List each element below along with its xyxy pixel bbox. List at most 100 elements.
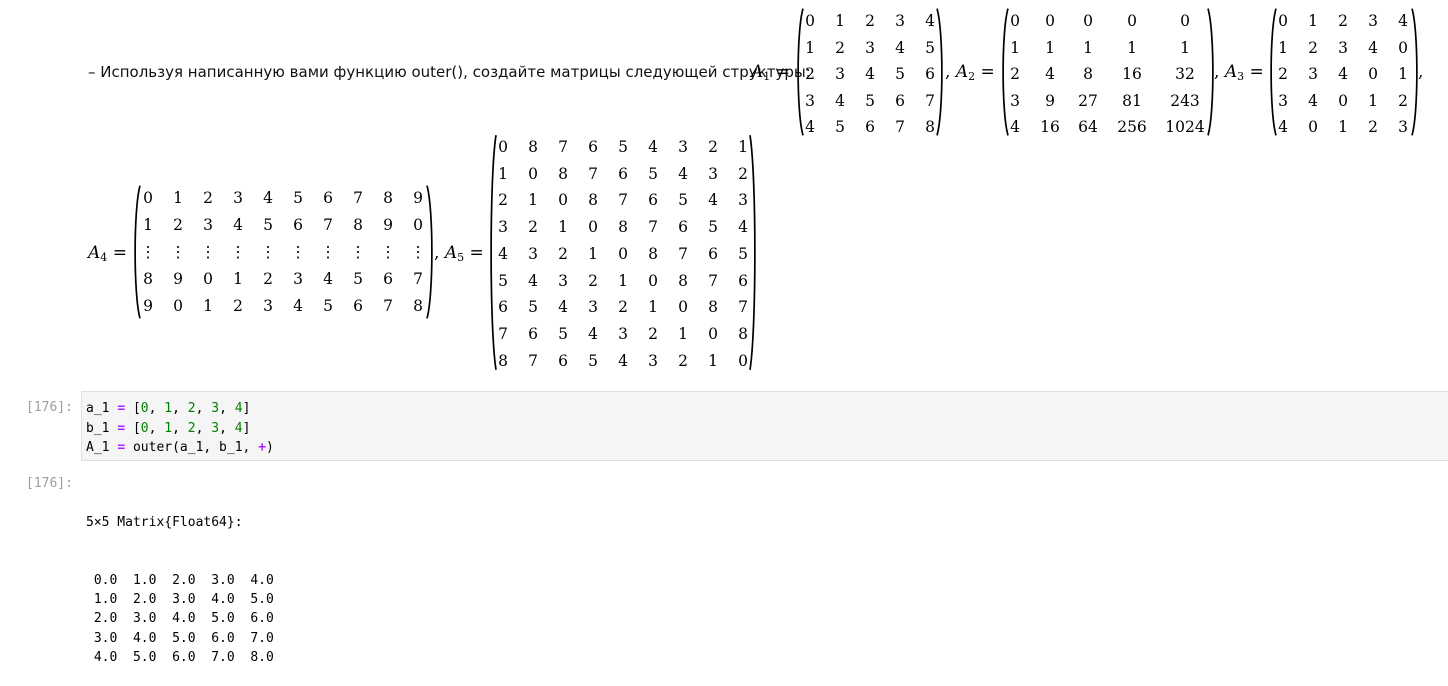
input-prompt: [176]: <box>26 400 73 415</box>
matrix-cell: 3 <box>1010 91 1020 110</box>
matrix-cell: 0 <box>618 244 628 263</box>
matrix-cell: 6 <box>353 297 363 315</box>
matrix-cell: 8 <box>413 297 423 315</box>
output-row: 0.0 1.0 2.0 3.0 4.0 <box>86 573 274 589</box>
matrix-cell: 9 <box>1045 91 1055 110</box>
code-token: , <box>172 401 188 416</box>
matrix-cell: 7 <box>413 270 423 288</box>
output-row: 1.0 2.0 3.0 4.0 5.0 <box>86 592 274 608</box>
code-number: 0 <box>140 401 149 416</box>
code-token: b_1 <box>86 420 118 436</box>
matrix-cell: 0 <box>1398 38 1408 57</box>
matrix-cell: 4 <box>835 91 845 110</box>
code-token: , <box>219 401 235 416</box>
matrix-cell: 1 <box>588 244 598 263</box>
matrix-cell: 1 <box>233 270 243 288</box>
matrix-cell: 1 <box>708 351 718 370</box>
code-editor[interactable]: a_1 = [0, 1, 2, 3, 4] b_1 = [0, 1, 2, 3, … <box>81 391 1448 461</box>
matrix-cell: ⋮ <box>170 243 186 261</box>
matrix-cell: 1 <box>1127 38 1137 57</box>
code-number: 2 <box>187 401 196 416</box>
matrix-cell: 6 <box>323 189 333 207</box>
matrix-cell: 5 <box>353 270 363 288</box>
matrix-cell: 7 <box>588 164 598 183</box>
matrix-cell: 9 <box>413 189 423 207</box>
matrix-cell: 3 <box>1338 38 1348 57</box>
matrix-cell: 4 <box>738 218 748 237</box>
matrix-cell: 5 <box>528 298 538 317</box>
matrix-cell: 1 <box>648 298 658 317</box>
matrix-cell: 4 <box>323 270 333 288</box>
matrix-cell: 4 <box>895 38 905 57</box>
output-header: 5×5 Matrix{Float64}: <box>86 515 243 531</box>
output-row: 4.0 5.0 6.0 7.0 8.0 <box>86 649 274 665</box>
matrix-cell: 4 <box>498 244 508 263</box>
output-rows: 0.0 1.0 2.0 3.0 4.0 1.0 2.0 3.0 4.0 5.0 … <box>86 571 274 667</box>
matrix-cell: 7 <box>648 218 658 237</box>
matrix-cell: 32 <box>1175 65 1195 83</box>
matrix-cell: 3 <box>835 65 845 83</box>
matrix-cell: 3 <box>1308 65 1318 83</box>
matrix-cell: 3 <box>805 91 815 110</box>
matrix-cell: 0 <box>1368 65 1378 83</box>
matrix-cell: 5 <box>618 138 628 156</box>
matrix-cell: 6 <box>678 218 688 237</box>
matrix-cell: 8 <box>498 351 508 370</box>
matrix-cell: 27 <box>1078 91 1098 110</box>
matrix-cell: 5 <box>835 118 845 136</box>
matrix-cell: 5 <box>738 244 748 263</box>
separator-comma: , <box>1418 62 1424 82</box>
matrix-a5: 0 8 7 6 5 4 3 2 1 1 0 8 7 6 5 4 3 2 2 1 0 8 7 6 5 4 3 3 2 1 0 8 7 6 5 4 4 3 2 1… <box>487 134 759 371</box>
matrix-cell: 3 <box>263 297 273 315</box>
matrix-cell: 4 <box>1398 12 1408 30</box>
matrix-cell: 8 <box>678 271 688 290</box>
code-line: a_1 = [0, 1, 2, 3, 4] <box>86 399 274 419</box>
code-text[interactable]: a_1 = [0, 1, 2, 3, 4] b_1 = [0, 1, 2, 3, … <box>86 399 274 458</box>
matrix-cell: 2 <box>678 351 688 370</box>
matrix-cell: 8 <box>1083 65 1093 83</box>
matrix-cell: 1 <box>678 324 688 343</box>
matrix-cell: 7 <box>708 271 718 290</box>
matrix-cell: 7 <box>738 298 748 317</box>
matrix-cell: 1 <box>558 218 568 237</box>
code-token: , <box>148 401 165 416</box>
matrix-cell: ⋮ <box>320 243 336 261</box>
matrix-cell: 1 <box>1398 65 1408 83</box>
matrix-cell: 4 <box>528 271 538 290</box>
matrix-cell: 2 <box>528 218 538 237</box>
matrix-cell: 5 <box>895 65 905 83</box>
matrix-cell: 1 <box>1338 118 1348 136</box>
matrix-cell: 6 <box>738 271 748 290</box>
matrix-cell: 6 <box>383 270 393 288</box>
matrix-cell: 6 <box>293 216 303 234</box>
code-line: b_1 = [0, 1, 2, 3, 4] <box>86 419 274 439</box>
matrix-cell: 0 <box>1083 12 1093 30</box>
code-number: 1 <box>164 401 173 416</box>
code-operator: = <box>117 440 126 455</box>
code-number: 3 <box>211 401 220 416</box>
code-token: , <box>172 420 188 436</box>
code-token: , <box>148 420 165 436</box>
code-line: A_1 = outer(a_1, b_1, +) <box>86 438 274 458</box>
code-operator: = <box>117 420 126 436</box>
matrix-cell: 0 <box>558 191 568 210</box>
matrix-cell: 3 <box>678 138 688 156</box>
matrix-cell: 0 <box>173 297 183 315</box>
matrix-cell: 6 <box>925 65 935 83</box>
matrix-cell: 1 <box>805 38 815 57</box>
code-number: 3 <box>211 420 220 436</box>
matrix-cell: 5 <box>708 218 718 237</box>
matrix-cell: 8 <box>925 118 935 136</box>
matrix-cell: 2 <box>1398 91 1408 110</box>
label-a1: A1 = <box>751 62 790 83</box>
matrix-cell: 2 <box>1278 65 1288 83</box>
matrix-cell: 5 <box>925 38 935 57</box>
matrix-cell: 8 <box>143 270 153 288</box>
matrix-cell: 4 <box>1338 65 1348 83</box>
label-a5: , A5 = <box>434 243 484 264</box>
matrix-cell: 3 <box>1278 91 1288 110</box>
matrix-cell: ⋮ <box>410 243 426 261</box>
matrix-cell: 1 <box>498 164 508 183</box>
matrix-cell: 8 <box>383 189 393 207</box>
matrix-cell: 1 <box>618 271 628 290</box>
